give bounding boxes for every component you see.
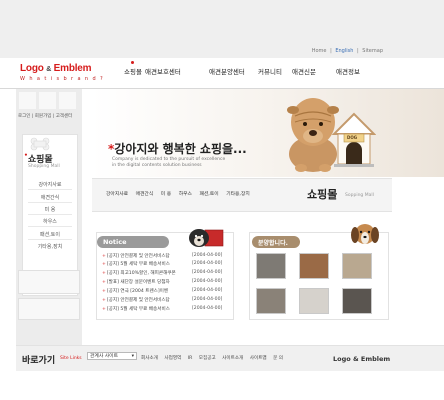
sidebar-item-grooming[interactable]: 미 용 [22, 206, 78, 213]
adoption-title: 분양합니다. [258, 240, 288, 247]
category-link[interactable]: 강아지사료 [106, 192, 128, 197]
sidebar-divider [28, 189, 72, 190]
sidebar-item-snacks[interactable]: 애견간식 [22, 194, 78, 201]
category-link[interactable]: 하우스 [179, 192, 192, 197]
section-subtitle: Sopping Mall [345, 193, 374, 198]
main-nav: 쇼핑몰 애견보호센터 애견분양센터 커뮤니티 애견신문 애견정보 [118, 61, 372, 80]
puppy-photo [287, 98, 339, 172]
home-link[interactable]: Home [312, 48, 327, 54]
left-header-box [59, 92, 76, 109]
footer-logo[interactable]: Logo & Emblem [333, 355, 390, 363]
logo-text: Logo & Emblem [20, 63, 92, 74]
nav-item-shelter[interactable]: 애견보호센터 [145, 66, 181, 76]
footer-link[interactable]: 회사소개 [141, 356, 158, 361]
nav-item-community[interactable]: 커뮤니티 [258, 66, 282, 76]
left-banner[interactable] [18, 270, 80, 294]
english-link[interactable]: English [335, 48, 353, 54]
puppy-thumbnail[interactable] [299, 253, 329, 279]
sidebar-item-house[interactable]: 하우스 [22, 218, 78, 225]
utility-separator: | [330, 48, 332, 54]
nav-item-info[interactable]: 애견정보 [336, 66, 360, 76]
category-links: 강아지사료 애견간식 미 용 하우스 패션,토이 기타용,장치 [106, 190, 256, 197]
notice-item[interactable]: +[공지] 연극 [2004 트렌스]이벤 [102, 288, 168, 294]
logo-tagline: W h a t i s b r a n d ? [20, 76, 105, 82]
category-link[interactable]: 미 용 [161, 192, 171, 197]
beagle-photo [351, 224, 379, 244]
category-link[interactable]: 기타용,장치 [226, 192, 250, 197]
notice-date: [2004-04-00] [192, 288, 223, 293]
category-link[interactable]: 패션,토이 [199, 192, 218, 197]
site-logo[interactable]: Logo & Emblem W h a t i s b r a n d ? [20, 63, 104, 82]
dog-house-sign: DOG [347, 135, 358, 140]
nav-item-shopping-mall[interactable]: 쇼핑몰 [124, 61, 142, 76]
notice-date: [2004-04-00] [192, 253, 223, 258]
footer-link[interactable]: 사이트맵 [250, 356, 267, 361]
notice-item[interactable]: +[공지] 5월 세탁 무료 배송서비스 [102, 261, 170, 267]
sidebar-divider [28, 239, 72, 240]
notice-date: [2004-04-00] [192, 270, 223, 275]
category-link[interactable]: 애견간식 [136, 192, 154, 197]
family-site-select[interactable]: 관계사 사이트 ▾ [87, 352, 137, 360]
sidebar-item-etc[interactable]: 기타용,장치 [22, 243, 78, 250]
sidebar-item-dog-food[interactable]: 강아지사료 [22, 181, 78, 188]
member-links[interactable]: 로그인 | 회원가입 | 고객센터 [18, 113, 72, 119]
sidebar-subtitle: Shopping Mall [28, 164, 60, 169]
hero-title: *강아지와 행복한 쇼핑을... [108, 142, 247, 156]
notice-date: [2004-04-00] [192, 297, 223, 302]
notice-item[interactable]: +[공지] 안전결제 및 안전서비스답 [102, 253, 170, 259]
puppy-thumbnail[interactable] [342, 288, 372, 314]
footer-link[interactable]: IR [188, 356, 193, 361]
bone-icon [30, 137, 50, 151]
footer-link[interactable]: 사업영역 [164, 356, 181, 361]
footer-link[interactable]: 문 의 [273, 356, 283, 361]
utility-links: Home | English | Sitemap [311, 48, 384, 54]
left-header-box [39, 92, 56, 109]
footer-subtitle: Site Links [60, 356, 82, 361]
hero-description: Company is dedicated to the pursuit of e… [112, 157, 226, 168]
puppy-thumbnail[interactable] [342, 253, 372, 279]
puppy-with-book-photo [189, 229, 224, 247]
nav-item-news[interactable]: 애견신문 [292, 66, 316, 76]
sidebar-divider [28, 226, 72, 227]
notice-item[interactable]: +[공지] 최고10%할인, 해피콘해쿠폰 [102, 270, 176, 276]
section-title: 쇼핑몰 [307, 188, 338, 201]
notice-date: [2004-04-00] [192, 279, 223, 284]
sidebar-divider [28, 202, 72, 203]
notice-item[interactable]: +[발표] 새단장 설문이벤트 당첨자 [102, 279, 170, 285]
puppy-thumbnail[interactable] [256, 288, 286, 314]
notice-title: Notice [103, 238, 127, 246]
footer-link[interactable]: 모집공고 [199, 356, 216, 361]
notice-item[interactable]: +[공지] 5월 세탁 무료 배송서비스 [102, 306, 170, 312]
puppy-thumbnail[interactable] [299, 288, 329, 314]
left-banner[interactable] [18, 298, 80, 320]
puppy-thumbnail[interactable] [256, 253, 286, 279]
left-header-box [19, 92, 36, 109]
sidebar-item-fashion-toy[interactable]: 패션,토이 [22, 231, 78, 238]
footer-links: 회사소개 사업영역 IR 모집공고 사이트소개 사이트맵 문 의 [141, 355, 288, 361]
notice-item[interactable]: +[공지] 안전결제 및 안전서비스답 [102, 297, 170, 303]
notice-date: [2004-04-00] [192, 261, 223, 266]
chevron-down-icon: ▾ [131, 354, 134, 359]
notice-date: [2004-04-00] [192, 306, 223, 311]
sitemap-link[interactable]: Sitemap [362, 48, 383, 54]
active-dot-icon [131, 61, 134, 64]
nav-item-adoption[interactable]: 애견분양센터 [209, 66, 245, 76]
utility-separator: | [357, 48, 359, 54]
footer-title: 바로가기 [22, 356, 56, 366]
footer-link[interactable]: 사이트소개 [222, 356, 243, 361]
sidebar-divider [28, 214, 72, 215]
